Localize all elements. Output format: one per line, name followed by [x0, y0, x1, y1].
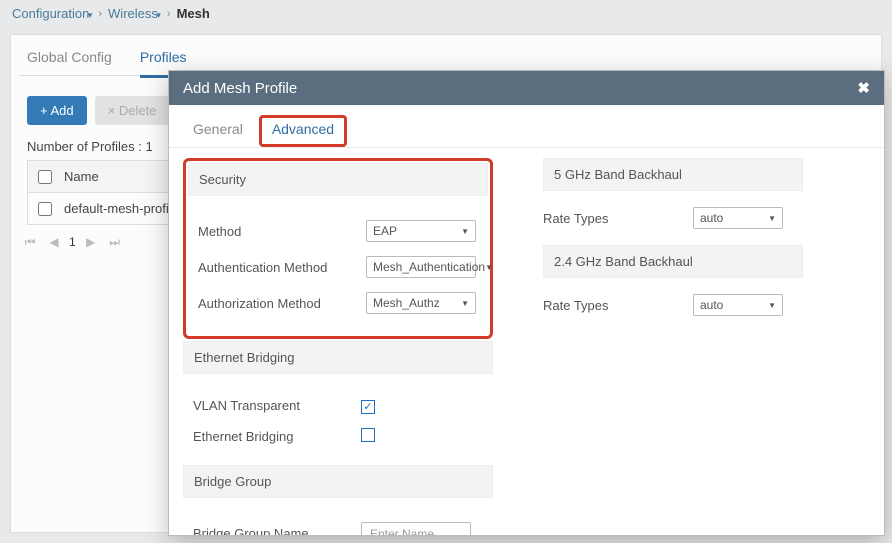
ethernet-bridging-checkbox[interactable] [361, 428, 375, 442]
close-icon[interactable]: ✖ [857, 79, 870, 97]
select-all-checkbox[interactable] [38, 170, 52, 184]
band-24ghz-rate-label: Rate Types [543, 298, 693, 313]
form-area: Security Method EAP ▼ [169, 148, 884, 535]
breadcrumb: Configuration ▾ › Wireless ▾ › Mesh [0, 0, 892, 27]
delete-button: × Delete [95, 96, 170, 125]
band-24ghz-head: 2.4 GHz Band Backhaul [543, 245, 803, 278]
vlan-transparent-checkbox[interactable]: ✓ [361, 400, 375, 414]
authz-label: Authorization Method [198, 296, 366, 311]
chevron-down-icon: ▼ [485, 263, 493, 272]
row-checkbox[interactable] [38, 202, 52, 216]
band-5ghz-rate-select[interactable]: auto ▼ [693, 207, 783, 229]
authz-select[interactable]: Mesh_Authz ▼ [366, 292, 476, 314]
chevron-down-icon: ▼ [461, 299, 469, 308]
band-24ghz-rate-select[interactable]: auto ▼ [693, 294, 783, 316]
security-head: Security [188, 163, 488, 196]
modal-titlebar: Add Mesh Profile ✖ [169, 71, 884, 105]
next-page-icon[interactable]: ▶ [82, 233, 100, 251]
modal-tab-general[interactable]: General [183, 115, 253, 147]
modal-tabs: General Advanced [169, 105, 884, 148]
ethernet-bridging-label: Ethernet Bridging [193, 429, 361, 444]
bridge-group-name-input[interactable] [361, 522, 471, 536]
security-body: Method EAP ▼ Authentication Method [188, 200, 488, 334]
first-page-icon[interactable]: ⏮ [21, 233, 39, 251]
chevron-right-icon: › [98, 8, 102, 20]
authn-label: Authentication Method [198, 260, 366, 275]
left-column: Security Method EAP ▼ [183, 158, 493, 535]
chevron-right-icon: › [167, 8, 171, 20]
authz-value: Mesh_Authz [373, 296, 440, 310]
add-button[interactable]: + Add [27, 96, 87, 125]
chevron-down-icon: ▼ [768, 214, 776, 223]
band-5ghz-rate-value: auto [700, 211, 723, 225]
chevron-down-icon: ▾ [154, 10, 161, 20]
bridge-group-name-label: Bridge Group Name [193, 526, 361, 535]
method-value: EAP [373, 224, 397, 238]
tab-global-config[interactable]: Global Config [27, 49, 112, 65]
prev-page-icon[interactable]: ◀ [45, 233, 63, 251]
method-label: Method [198, 224, 366, 239]
band-5ghz-head: 5 GHz Band Backhaul [543, 158, 803, 191]
modal-tab-advanced[interactable]: Advanced [259, 115, 347, 147]
security-section: Security Method EAP ▼ [183, 158, 493, 339]
crumb-mesh: Mesh [177, 6, 210, 21]
last-page-icon[interactable]: ⏭ [106, 233, 124, 251]
profiles-count-label: Number of Profiles : [27, 139, 146, 154]
method-select[interactable]: EAP ▼ [366, 220, 476, 242]
authn-value: Mesh_Authentication [373, 260, 485, 274]
column-name: Name [64, 169, 99, 184]
add-mesh-profile-modal: Add Mesh Profile ✖ General Advanced Secu… [168, 70, 885, 536]
crumb-configuration[interactable]: Configuration ▾ [12, 6, 92, 21]
authn-select[interactable]: Mesh_Authentication ▼ [366, 256, 476, 278]
band-24ghz-rate-value: auto [700, 298, 723, 312]
chevron-down-icon: ▼ [768, 301, 776, 310]
modal-content: General Advanced Security Method EAP ▼ [169, 105, 884, 535]
right-column: 5 GHz Band Backhaul Rate Types auto ▼ 2.… [543, 158, 803, 535]
page-number: 1 [69, 235, 76, 249]
row-name: default-mesh-profile [64, 201, 179, 216]
band-5ghz-rate-label: Rate Types [543, 211, 693, 226]
crumb-wireless[interactable]: Wireless ▾ [108, 6, 161, 21]
bridge-group-head: Bridge Group [183, 465, 493, 498]
vlan-transparent-label: VLAN Transparent [193, 398, 361, 413]
ethernet-bridging-body: VLAN Transparent ✓ Ethernet Bridging [183, 378, 493, 465]
profiles-count-value: 1 [146, 139, 153, 154]
chevron-down-icon: ▾ [85, 10, 92, 20]
chevron-down-icon: ▼ [461, 227, 469, 236]
ethernet-bridging-head: Ethernet Bridging [183, 341, 493, 374]
modal-title: Add Mesh Profile [183, 80, 297, 97]
bridge-group-body: Bridge Group Name Strict Match [183, 502, 493, 536]
